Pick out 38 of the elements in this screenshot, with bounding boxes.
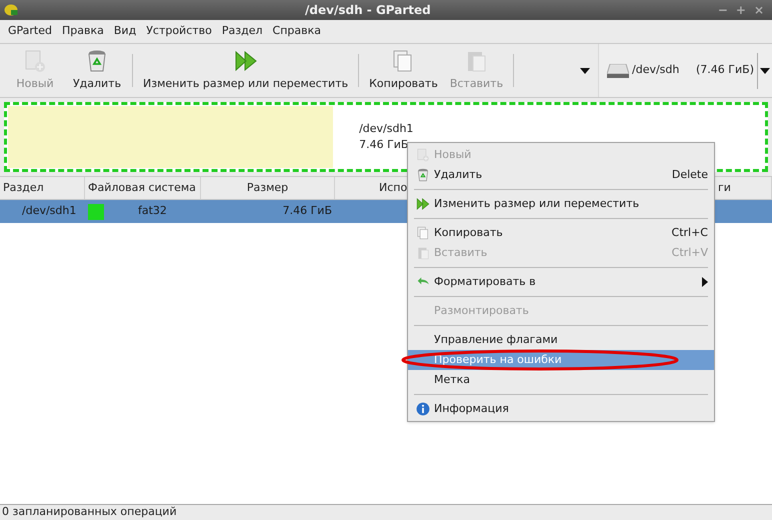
- toolbar-button[interactable]: Удалить: [66, 44, 128, 97]
- table-cell-text: /dev/sdh1: [21, 203, 78, 220]
- context-menu-item[interactable]: Управление флагами: [408, 330, 714, 350]
- window-title: /dev/sdh - GParted: [305, 2, 431, 19]
- column-header[interactable]: Файловая система: [85, 177, 201, 199]
- context-menu-item[interactable]: Информация: [408, 399, 714, 419]
- trash-icon: [416, 168, 430, 182]
- menu-item[interactable]: Справка: [268, 23, 325, 40]
- info-icon: [416, 402, 430, 416]
- forward-arrows-icon: [234, 48, 258, 73]
- table-cell-text: fat32: [138, 203, 167, 220]
- column-header[interactable]: Размер: [201, 177, 335, 199]
- menu-item[interactable]: Устройство: [142, 23, 216, 40]
- menu-item[interactable]: Правка: [58, 23, 108, 40]
- forward-arrows-icon: [416, 197, 430, 211]
- menu-item[interactable]: Вид: [110, 23, 140, 40]
- table-cell-text: 7.46 ГиБ: [282, 203, 333, 220]
- menu-item[interactable]: GParted: [4, 23, 56, 40]
- column-header[interactable]: Раздел: [0, 177, 85, 199]
- context-menu-item[interactable]: Форматировать в: [408, 272, 714, 292]
- dropdown-arrow-icon[interactable]: [580, 68, 590, 74]
- new-partition-icon: [23, 48, 47, 73]
- device-selector[interactable]: /dev/sdh (7.46 ГиБ): [598, 44, 772, 97]
- submenu-arrow-icon: [702, 277, 708, 287]
- dropdown-arrow-icon: [760, 68, 770, 74]
- copy-icon: [416, 226, 430, 240]
- drive-icon: [607, 64, 629, 78]
- clipboard-icon: [416, 246, 430, 260]
- partition-size: 7.46 ГиБ: [359, 137, 410, 153]
- toolbar-button[interactable]: Изменить размер или переместить: [137, 44, 354, 97]
- status-text: 0 запланированных операций: [2, 504, 177, 520]
- app-logo-icon: [4, 4, 18, 16]
- new-partition-icon: [416, 148, 430, 162]
- partition-name: /dev/sdh1: [359, 121, 414, 137]
- toolbar-button[interactable]: Копировать: [363, 44, 444, 97]
- context-menu-item[interactable]: Копировать Ctrl+C: [408, 223, 714, 243]
- context-menu-item[interactable]: Метка: [408, 370, 714, 390]
- menu-item[interactable]: Раздел: [218, 23, 267, 40]
